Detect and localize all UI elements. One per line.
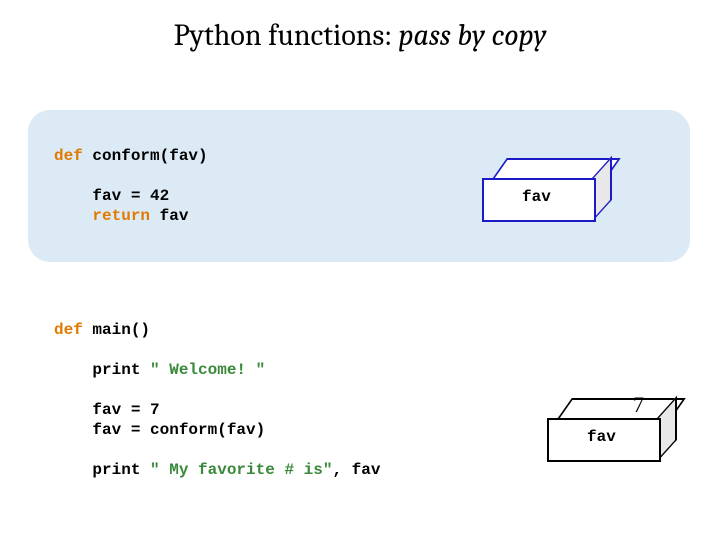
print-kw: print: [54, 361, 150, 379]
conform-code-block: def conform(fav) fav = 42 return fav: [54, 146, 208, 226]
var-box-main-fav: 7 fav: [547, 398, 657, 456]
title-prefix: Python functions:: [174, 18, 399, 53]
fn-sig: main(): [83, 321, 150, 339]
code-line: fav = 7: [54, 401, 160, 419]
print-kw: print: [54, 461, 150, 479]
title-suffix: pass by copy: [398, 18, 546, 53]
string-literal: " Welcome! ": [150, 361, 265, 379]
kw-def: def: [54, 147, 83, 165]
kw-def: def: [54, 321, 83, 339]
indent: [54, 207, 92, 225]
fn-sig: conform(fav): [83, 147, 208, 165]
string-literal: " My favorite # is": [150, 461, 332, 479]
var-value: 7: [633, 392, 644, 418]
slide-title: Python functions: pass by copy: [0, 18, 720, 53]
var-label: fav: [522, 188, 551, 206]
kw-return: return: [92, 207, 150, 225]
print-args: , fav: [332, 461, 380, 479]
main-code-block: def main() print " Welcome! " fav = 7 fa…: [54, 320, 380, 480]
var-label: fav: [587, 428, 616, 446]
var-box-conform-fav: fav: [482, 158, 592, 216]
ret-expr: fav: [150, 207, 188, 225]
code-line: fav = conform(fav): [54, 421, 265, 439]
code-line: fav = 42: [54, 187, 169, 205]
